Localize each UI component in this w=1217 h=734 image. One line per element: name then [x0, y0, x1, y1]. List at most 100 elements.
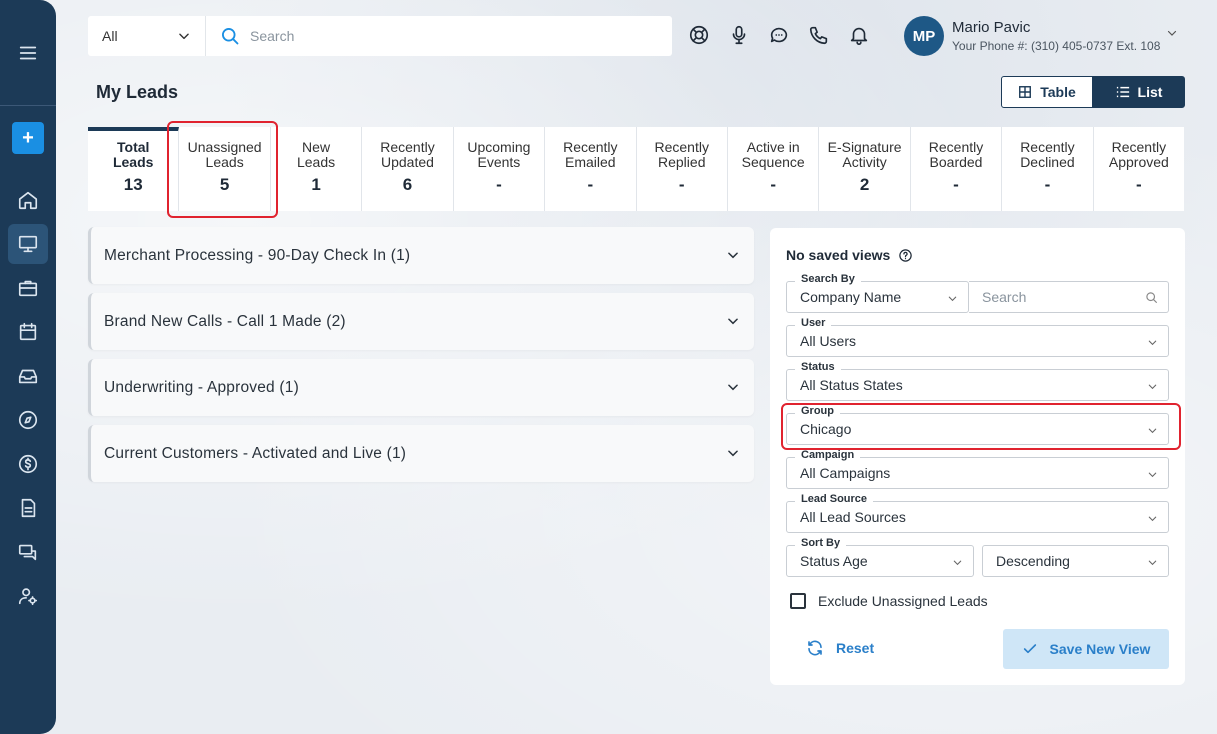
stat-value: - — [587, 175, 594, 194]
bell-icon[interactable] — [848, 24, 870, 46]
table-view-label: Table — [1040, 84, 1076, 100]
table-icon — [1019, 86, 1032, 98]
help-icon[interactable] — [898, 248, 913, 263]
stat-recently-approved[interactable]: Recently Approved - — [1094, 127, 1184, 211]
stat-total-leads[interactable]: Total Leads 13 — [88, 127, 180, 211]
stat-value: 5 — [219, 175, 230, 194]
reset-button[interactable]: Reset — [806, 639, 874, 657]
chevron-down-icon — [1148, 428, 1157, 434]
exclude-unassigned-option: Exclude Unassigned Leads — [790, 593, 988, 609]
menu-icon[interactable] — [8, 33, 48, 73]
stat-label: Recently Updated — [380, 139, 435, 170]
lead-group-accordion[interactable]: Underwriting - Approved (1) — [88, 359, 754, 416]
stat-active-in-sequence[interactable]: Active in Sequence - — [728, 127, 820, 211]
field-value: All Lead Sources — [800, 509, 906, 525]
global-search-input[interactable]: Search — [250, 28, 294, 44]
field-value: All Users — [800, 333, 857, 349]
search-by-select[interactable]: Search By Company Name — [786, 273, 969, 313]
stat-value: - — [770, 175, 776, 194]
reset-label: Reset — [836, 640, 875, 656]
field-value: Status Age — [800, 553, 868, 569]
stat-recently-emailed[interactable]: Recently Emailed - — [545, 127, 637, 211]
stat-esignature-activity[interactable]: E-Signature Activity 2 — [819, 127, 911, 211]
exclude-unassigned-checkbox[interactable] — [790, 593, 806, 609]
field-value: Chicago — [800, 421, 852, 437]
refresh-icon — [808, 640, 822, 656]
stat-label: Total Leads — [112, 139, 154, 170]
lead-source-select[interactable]: Lead Source All Lead Sources — [786, 493, 1169, 533]
table-view-button[interactable]: Table — [1001, 76, 1093, 108]
sidebar: + — [0, 0, 56, 734]
stat-label: Recently Declined — [1020, 139, 1075, 170]
filter-search-input[interactable]: Search — [969, 281, 1169, 313]
stat-value: 2 — [859, 175, 870, 194]
field-label: Sort By — [795, 537, 847, 549]
stat-recently-updated[interactable]: Recently Updated 6 — [362, 127, 454, 211]
inbox-icon[interactable] — [8, 356, 48, 396]
user-settings-icon[interactable] — [8, 576, 48, 616]
chevron-down-icon — [728, 318, 738, 325]
monitor-icon[interactable] — [8, 224, 48, 264]
field-value: Descending — [996, 553, 1070, 569]
stat-value: - — [1044, 175, 1051, 194]
field-value: All Campaigns — [800, 465, 891, 481]
compass-icon[interactable] — [8, 400, 48, 440]
support-icon[interactable] — [688, 24, 710, 46]
briefcase-icon[interactable] — [8, 268, 48, 308]
add-button[interactable]: + — [12, 122, 44, 154]
microphone-icon[interactable] — [728, 24, 750, 46]
stat-value: - — [678, 175, 685, 194]
stat-label: Unassigned Leads — [187, 139, 262, 170]
stat-label: E-Signature Activity — [827, 139, 902, 170]
lead-group-accordion[interactable]: Brand New Calls - Call 1 Made (2) — [88, 293, 754, 350]
list-view-button[interactable]: List — [1093, 76, 1185, 108]
no-saved-views-label: No saved views — [786, 247, 891, 263]
chevron-down-icon — [953, 560, 962, 566]
dollar-icon[interactable] — [8, 444, 48, 484]
chevron-down-icon — [1148, 340, 1157, 346]
global-search-bar: All Search — [88, 16, 672, 56]
page-title: My Leads — [96, 82, 179, 102]
field-label: Search By — [795, 273, 861, 285]
chevron-down-icon — [728, 450, 738, 457]
stat-label: New Leads — [296, 139, 336, 170]
stat-label: Recently Replied — [654, 139, 709, 170]
lead-group-label: Brand New Calls - Call 1 Made (2) — [104, 312, 346, 330]
sort-order-select[interactable]: Descending — [982, 545, 1169, 577]
calendar-icon[interactable] — [8, 312, 48, 352]
phone-icon[interactable] — [808, 24, 830, 46]
user-select[interactable]: User All Users — [786, 317, 1169, 357]
search-scope-select[interactable]: All — [88, 16, 206, 56]
top-icons — [688, 24, 870, 46]
message-icon[interactable] — [768, 24, 790, 46]
lead-group-accordion[interactable]: Merchant Processing - 90-Day Check In (1… — [88, 227, 754, 284]
field-label: Group — [795, 405, 840, 417]
document-icon[interactable] — [8, 488, 48, 528]
stat-recently-replied[interactable]: Recently Replied - — [637, 127, 728, 211]
stat-label: Recently Emailed — [563, 139, 618, 170]
chevron-down-icon — [1148, 472, 1157, 478]
campaign-select[interactable]: Campaign All Campaigns — [786, 449, 1169, 489]
stat-recently-declined[interactable]: Recently Declined - — [1002, 127, 1094, 211]
group-select[interactable]: Group Chicago — [786, 405, 1169, 445]
check-icon — [1023, 644, 1036, 654]
save-new-view-label: Save New View — [1049, 641, 1151, 657]
stat-value: - — [496, 175, 502, 194]
home-icon[interactable] — [8, 180, 48, 220]
field-label: Campaign — [795, 449, 861, 461]
stat-unassigned-leads[interactable]: Unassigned Leads 5 — [179, 127, 271, 211]
chevron-down-icon — [179, 33, 189, 40]
stat-upcoming-events[interactable]: Upcoming Events - — [454, 127, 546, 211]
user-menu[interactable]: MP Mario Pavic Your Phone #: (310) 405-0… — [904, 16, 1178, 56]
lead-group-accordion[interactable]: Current Customers - Activated and Live (… — [88, 425, 754, 482]
sort-by-select[interactable]: Sort By Status Age — [786, 537, 974, 577]
status-select[interactable]: Status All Status States — [786, 361, 1169, 401]
exclude-unassigned-label: Exclude Unassigned Leads — [818, 593, 988, 609]
stat-new-leads[interactable]: New Leads 1 — [271, 127, 363, 211]
chevron-down-icon — [948, 296, 957, 302]
stat-value: 1 — [311, 175, 321, 194]
save-new-view-button[interactable]: Save New View — [1003, 629, 1169, 669]
chat-icon[interactable] — [8, 532, 48, 572]
stat-recently-boarded[interactable]: Recently Boarded - — [911, 127, 1003, 211]
stat-value: 6 — [402, 175, 413, 194]
